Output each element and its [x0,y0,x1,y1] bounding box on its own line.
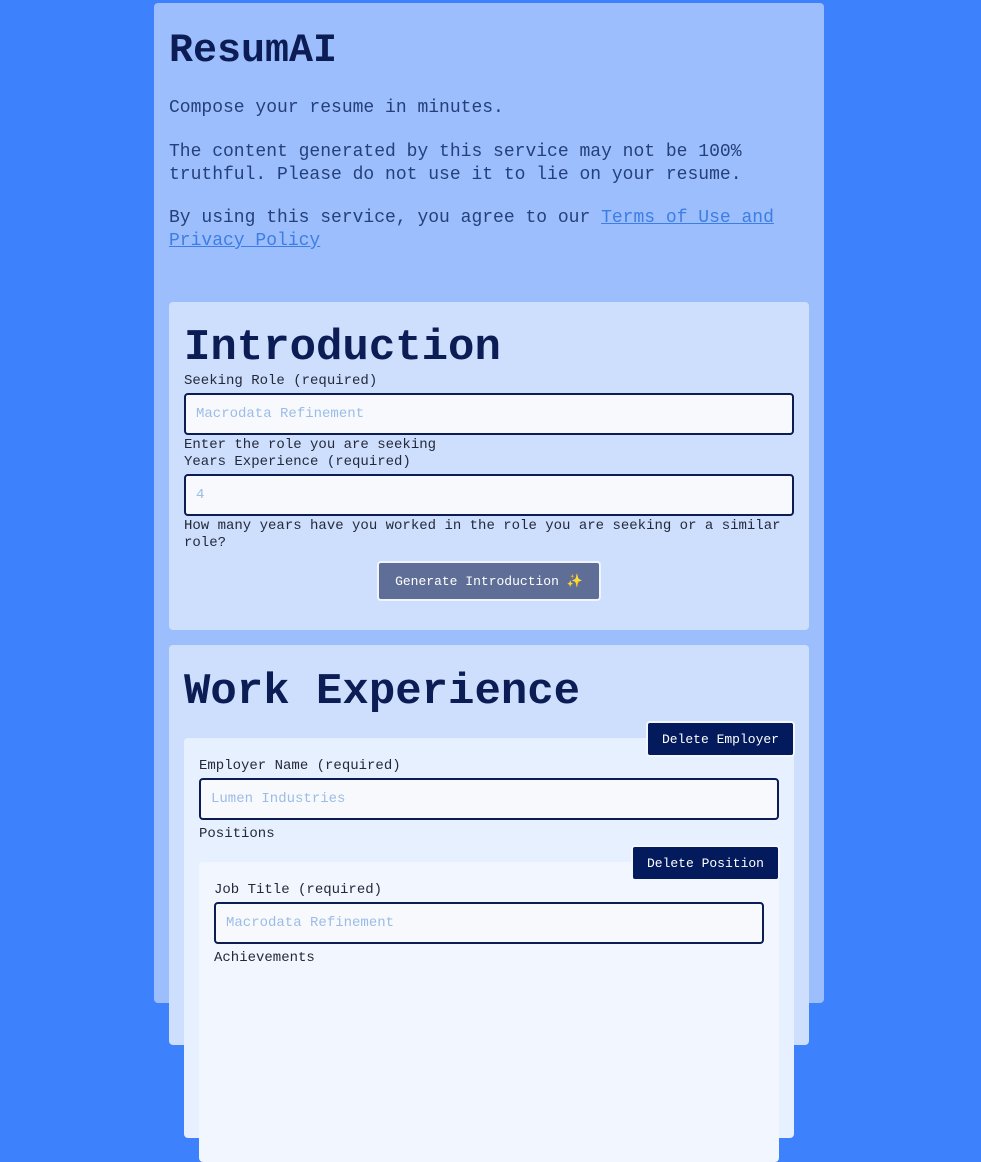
employer-entry: Delete Employer Employer Name (required)… [184,721,795,1162]
seeking-role-label: Seeking Role (required) [184,373,378,389]
disclaimer-text: The content generated by this service ma… [169,142,742,185]
app-title: ResumAI [169,29,338,74]
positions-label: Positions [199,826,275,842]
tagline: Compose your resume in minutes. [169,98,504,118]
years-experience-label: Years Experience (required) [184,454,411,470]
job-title-input[interactable] [214,902,764,944]
work-experience-title: Work Experience [184,667,581,717]
agreement-prefix: By using this service, you agree to our [169,208,602,228]
introduction-section: Introduction Seeking Role (required) Ent… [169,302,809,630]
seeking-role-input[interactable] [184,393,794,435]
delete-position-button[interactable]: Delete Position [630,845,780,881]
seeking-role-help: Enter the role you are seeking [184,437,437,453]
years-experience-help: How many years have you worked in the ro… [184,518,781,551]
achievements-label: Achievements [214,950,315,966]
introduction-title: Introduction [184,323,501,373]
delete-employer-button[interactable]: Delete Employer [645,721,795,757]
generate-introduction-button[interactable]: Generate Introduction ✨ [377,561,601,601]
employer-name-input[interactable] [199,778,779,820]
agreement-text: By using this service, you agree to our … [169,207,809,253]
work-experience-section: Work Experience Delete Employer Employer… [169,645,809,1162]
years-experience-input[interactable] [184,474,794,516]
position-entry: Delete Position Job Title (required) Ach… [199,845,780,1162]
main-container: ResumAI Compose your resume in minutes. … [154,3,824,1162]
